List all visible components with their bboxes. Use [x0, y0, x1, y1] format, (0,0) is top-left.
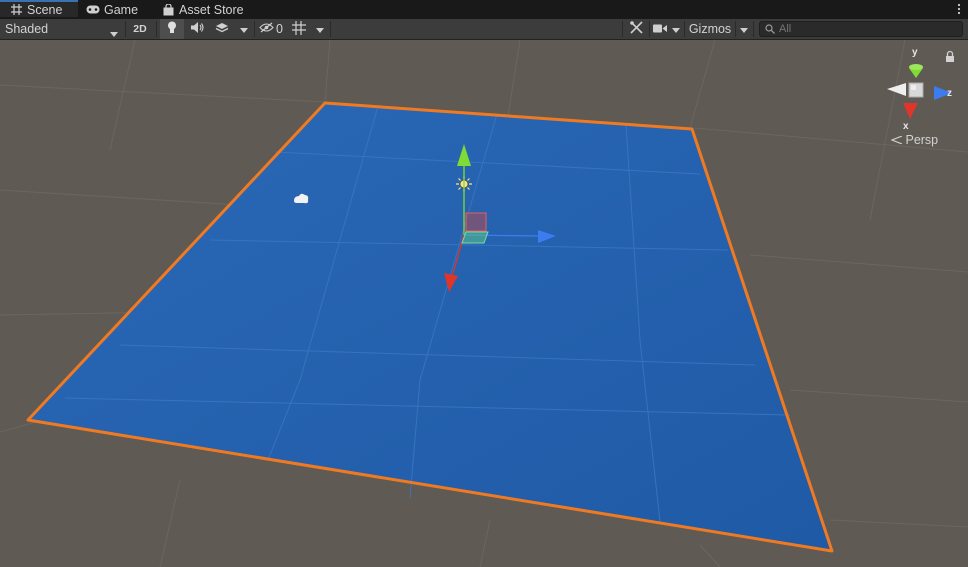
tab-game-label: Game: [104, 2, 139, 17]
gizmos-button[interactable]: Gizmos: [685, 19, 735, 39]
grid-snap-icon: [292, 20, 306, 38]
gizmos-dropdown-button[interactable]: [736, 19, 752, 39]
camera-icon: [653, 22, 667, 36]
draw-mode-dropdown[interactable]: Shaded: [0, 19, 124, 39]
gizmo-axis-x-label: x: [903, 121, 909, 132]
tab-scene-label: Scene: [27, 2, 63, 17]
kebab-menu-icon[interactable]: [956, 2, 962, 16]
search-icon: [765, 24, 775, 34]
gamepad-icon: [86, 3, 100, 17]
wrench-screwdriver-icon: [629, 21, 643, 37]
gizmo-axis-y-label: y: [912, 47, 918, 58]
chevron-down-icon: [316, 22, 324, 36]
gizmo-axis-z-label: z: [947, 88, 952, 99]
effects-dropdown-button[interactable]: [235, 19, 253, 39]
layers-effects-icon: [215, 22, 229, 37]
chevron-down-icon: [740, 22, 748, 36]
chevron-down-icon: [240, 22, 248, 36]
tab-game[interactable]: Game: [86, 0, 138, 19]
draw-mode-label: Shaded: [5, 22, 49, 36]
effects-button[interactable]: [210, 19, 234, 39]
toggle-2d-button[interactable]: 2D: [128, 19, 152, 39]
shopping-bag-icon: [161, 3, 175, 17]
eye-slash-icon: [259, 22, 274, 36]
editor-tab-bar: Scene Game Asset Store: [0, 0, 968, 19]
lock-icon[interactable]: [946, 50, 954, 63]
tab-scene[interactable]: Scene: [0, 0, 78, 17]
lighting-toggle-button[interactable]: [160, 19, 184, 39]
tools-button[interactable]: [624, 19, 648, 39]
projection-toggle[interactable]: Persp: [890, 133, 939, 147]
chevron-down-icon: [110, 26, 118, 40]
grid-dropdown-button[interactable]: [311, 19, 329, 39]
scene-search-field[interactable]: [759, 21, 963, 37]
lightbulb-icon: [167, 21, 177, 37]
hidden-objects-toggle[interactable]: 0: [256, 19, 286, 39]
orientation-gizmo[interactable]: [887, 64, 952, 119]
search-input[interactable]: [779, 23, 949, 35]
scene-grid-icon: [9, 3, 23, 17]
audio-toggle-button[interactable]: [185, 19, 209, 39]
grid-toggle-button[interactable]: [288, 19, 310, 39]
scene-toolbar: Shaded 2D 0 Gizmos All: [0, 19, 968, 40]
speaker-icon: [190, 22, 204, 36]
scene-viewport[interactable]: y z x Persp: [0, 40, 968, 567]
camera-dropdown-button[interactable]: [669, 19, 683, 39]
selected-plane[interactable]: [26, 101, 834, 553]
tab-asset-store[interactable]: Asset Store: [161, 0, 244, 19]
hidden-count: 0: [276, 22, 283, 36]
chevron-down-icon: [672, 22, 680, 36]
perspective-icon: [890, 133, 905, 147]
tab-asset-store-label: Asset Store: [179, 2, 244, 17]
projection-label: Persp: [905, 133, 939, 147]
camera-settings-button[interactable]: [651, 19, 669, 39]
